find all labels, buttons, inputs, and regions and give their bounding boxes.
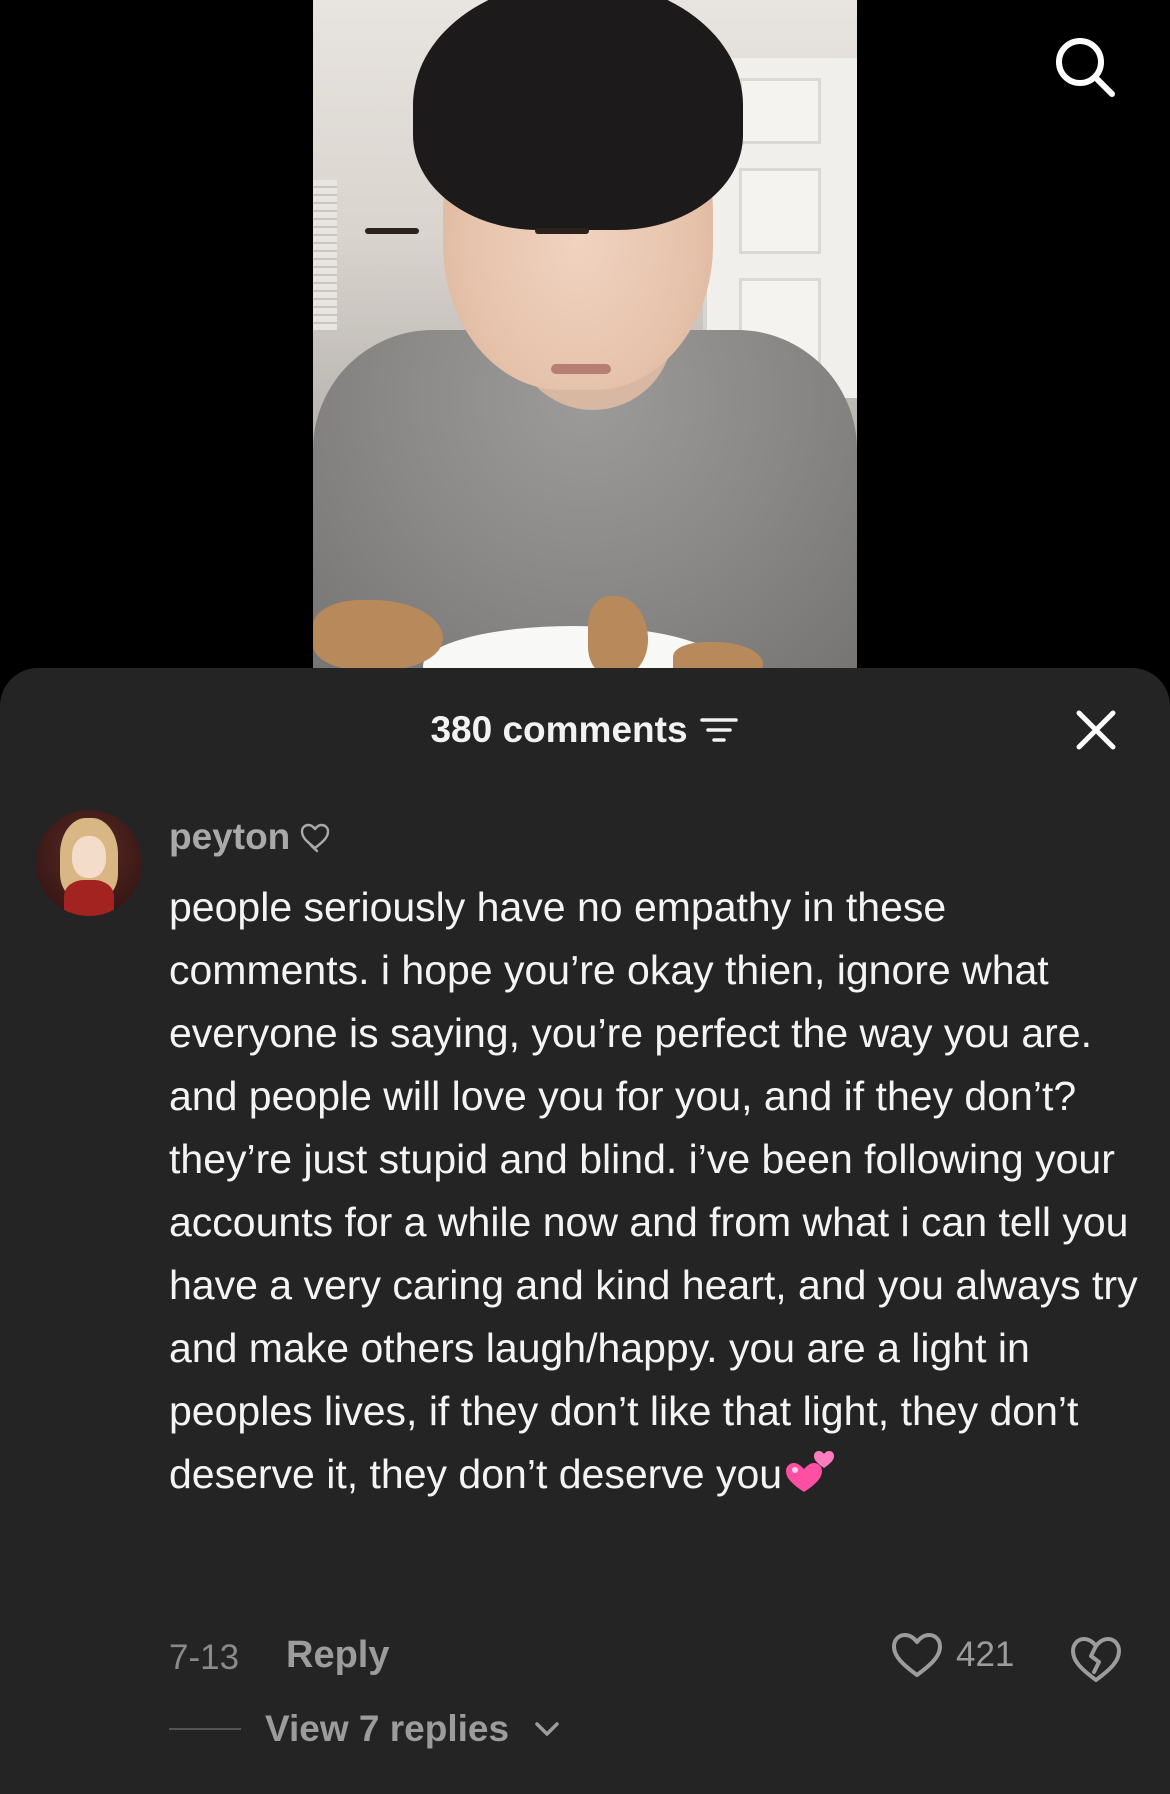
view-replies-label: View 7 replies — [265, 1708, 510, 1749]
close-button[interactable] — [1074, 708, 1118, 752]
username-row: peyton — [169, 816, 332, 858]
two-hearts-emoji — [782, 1444, 838, 1496]
person-hair — [413, 0, 743, 230]
like-button[interactable]: 421 — [890, 1630, 1014, 1680]
like-count: 421 — [956, 1635, 1015, 1674]
chevron-down-icon — [533, 1719, 561, 1739]
comment-text: people seriously have no empathy in thes… — [169, 876, 1139, 1506]
heart-icon — [890, 1630, 944, 1680]
avatar[interactable] — [36, 810, 142, 916]
comments-header: 380 comments — [0, 702, 1170, 758]
door-panel — [739, 168, 821, 254]
avatar-dress — [64, 880, 114, 916]
username[interactable]: peyton — [169, 816, 290, 858]
reply-button[interactable]: Reply — [286, 1634, 389, 1677]
door-panel — [739, 78, 821, 144]
comments-title-button[interactable]: 380 comments — [430, 702, 739, 758]
comments-count-label: 380 comments — [430, 709, 688, 750]
video-frame[interactable] — [313, 0, 857, 668]
search-button[interactable] — [1052, 34, 1118, 100]
view-replies-button[interactable]: View 7 replies — [169, 1708, 561, 1750]
broken-heart-icon — [1068, 1632, 1124, 1686]
person-eye — [535, 228, 589, 234]
avatar-face — [72, 836, 106, 878]
dislike-button[interactable] — [1068, 1632, 1124, 1686]
search-icon — [1052, 38, 1118, 104]
person-eye — [365, 228, 419, 234]
close-icon — [1074, 708, 1118, 752]
video-area[interactable] — [0, 0, 1170, 700]
comments-sheet: 380 comments peyton people seriously hav… — [0, 668, 1170, 1794]
heart-outline-icon — [298, 820, 332, 854]
comment-date: 7-13 — [169, 1638, 240, 1677]
window-blinds — [313, 180, 337, 330]
replies-divider — [169, 1728, 241, 1730]
person-mouth — [551, 364, 611, 374]
comment-footer: 7-13 Reply 421 — [0, 1630, 1170, 1686]
filter-icon — [698, 715, 740, 745]
comment-body: people seriously have no empathy in thes… — [169, 884, 1138, 1497]
